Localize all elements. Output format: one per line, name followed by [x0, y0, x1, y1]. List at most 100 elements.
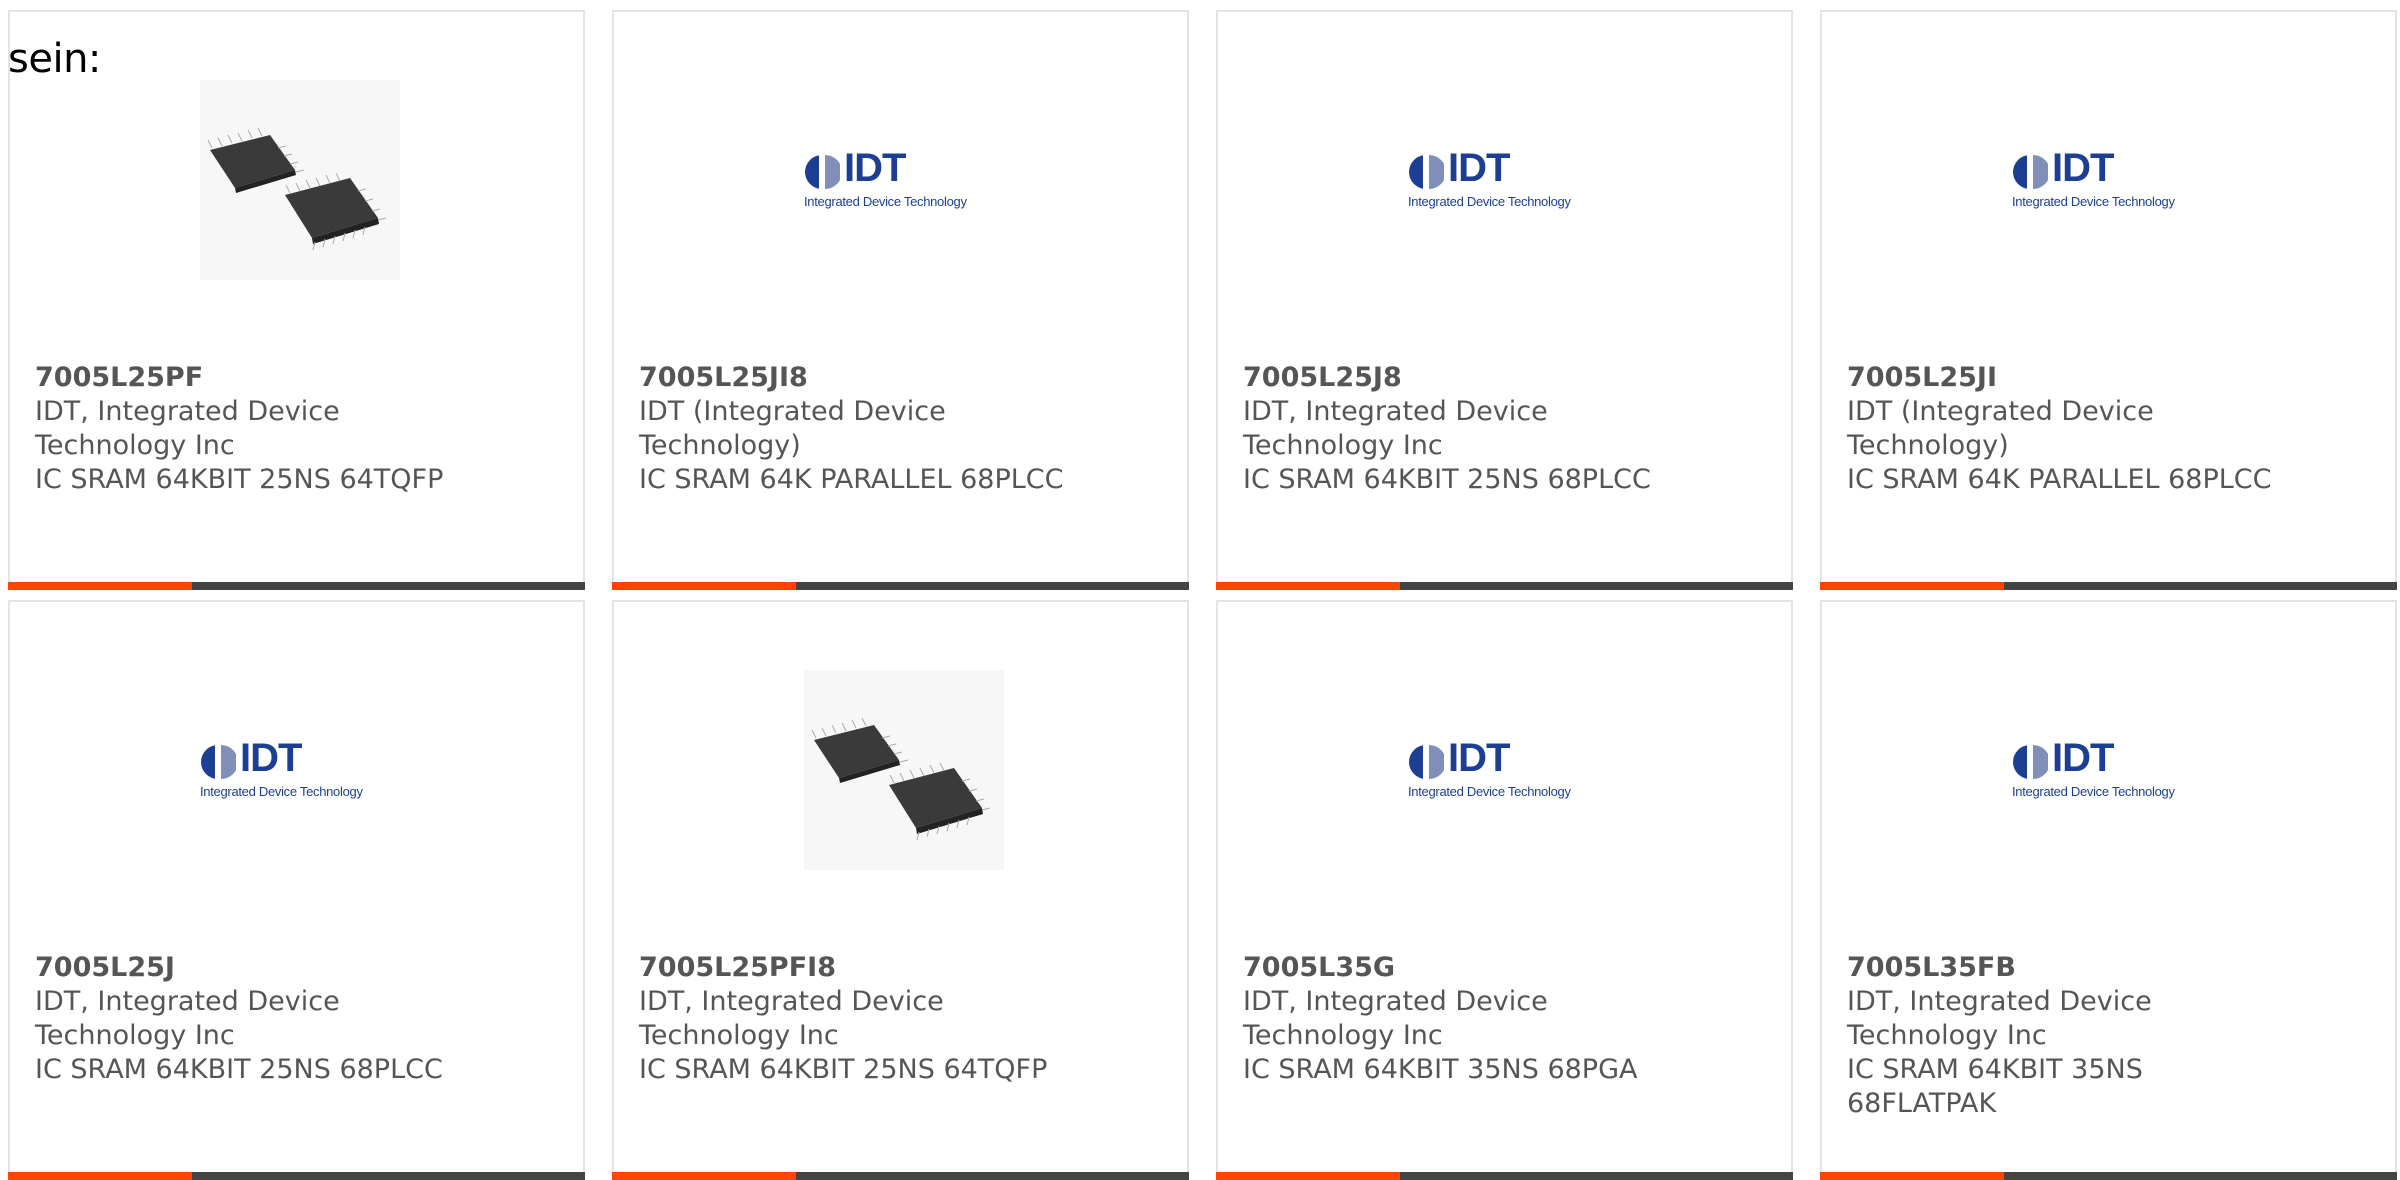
product-info: 7005L25J IDT, Integrated Device Technolo… — [35, 951, 563, 1087]
part-number[interactable]: 7005L25JI8 — [639, 361, 1167, 395]
card-bottom-bar — [1820, 582, 2397, 590]
product-image[interactable]: IDT Integrated Device Technology — [804, 80, 1004, 280]
accent-segment — [612, 582, 796, 590]
manufacturer-line-2: Technology Inc — [35, 430, 235, 461]
product-image[interactable]: IDT Integrated Device Technology — [2012, 670, 2212, 870]
accent-segment — [1216, 582, 1400, 590]
card-bottom-bar — [8, 582, 585, 590]
description: IC SRAM 64KBIT 35NS — [1847, 1054, 2143, 1085]
description: IC SRAM 64KBIT 25NS 68PLCC — [1243, 464, 1651, 495]
idt-logo: IDT Integrated Device Technology — [1408, 146, 1608, 210]
logo-tagline: Integrated Device Technology — [1408, 194, 1571, 209]
product-image[interactable] — [200, 80, 400, 280]
logo-tagline: Integrated Device Technology — [1408, 784, 1571, 799]
card-bottom-bar — [1216, 582, 1793, 590]
manufacturer: IDT, Integrated Device — [639, 986, 944, 1017]
idt-logo-icon — [1409, 154, 1444, 190]
logo-name: IDT — [1448, 146, 1510, 190]
logo-tagline: Integrated Device Technology — [2012, 784, 2175, 799]
chip-photo-icon — [200, 80, 400, 280]
manufacturer: IDT, Integrated Device — [1847, 986, 2152, 1017]
accent-segment — [1820, 582, 2004, 590]
manufacturer: IDT, Integrated Device — [1243, 396, 1548, 427]
idt-logo: IDT Integrated Device Technology — [2012, 146, 2212, 210]
logo-tagline: Integrated Device Technology — [2012, 194, 2175, 209]
product-image[interactable]: IDT Integrated Device Technology — [2012, 80, 2212, 280]
card-bottom-bar — [612, 1172, 1189, 1180]
product-image[interactable] — [804, 670, 1004, 870]
product-card[interactable]: IDT Integrated Device Technology 7005L35… — [1820, 600, 2397, 1180]
product-info: 7005L25PFI8 IDT, Integrated Device Techn… — [639, 951, 1167, 1087]
part-number[interactable]: 7005L25J — [35, 951, 563, 985]
description-line-2: 68FLATPAK — [1847, 1088, 1997, 1119]
part-number[interactable]: 7005L25JI — [1847, 361, 2375, 395]
manufacturer: IDT (Integrated Device — [1847, 396, 2154, 427]
manufacturer-line-2: Technology) — [639, 430, 801, 461]
accent-segment — [8, 1172, 192, 1180]
product-image[interactable]: IDT Integrated Device Technology — [200, 670, 400, 870]
product-card[interactable]: IDT Integrated Device Technology 7005L35… — [1216, 600, 1793, 1180]
card-bottom-bar — [8, 1172, 585, 1180]
accent-segment — [8, 582, 192, 590]
product-info: 7005L35G IDT, Integrated Device Technolo… — [1243, 951, 1771, 1087]
idt-logo: IDT Integrated Device Technology — [804, 146, 1004, 210]
manufacturer-line-2: Technology Inc — [35, 1020, 235, 1051]
logo-tagline: Integrated Device Technology — [804, 194, 967, 209]
idt-logo-icon — [1409, 744, 1444, 780]
product-card[interactable]: IDT Integrated Device Technology 7005L25… — [1216, 10, 1793, 590]
accent-segment — [1216, 1172, 1400, 1180]
idt-logo: IDT Integrated Device Technology — [2012, 736, 2212, 800]
part-number[interactable]: 7005L35FB — [1847, 951, 2375, 985]
product-card[interactable]: 7005L25PFI8 IDT, Integrated Device Techn… — [612, 600, 1189, 1180]
product-card[interactable]: IDT Integrated Device Technology 7005L25… — [1820, 10, 2397, 590]
logo-name: IDT — [240, 736, 302, 780]
product-card[interactable]: IDT Integrated Device Technology 7005L25… — [612, 10, 1189, 590]
manufacturer: IDT, Integrated Device — [35, 396, 340, 427]
part-number[interactable]: 7005L25J8 — [1243, 361, 1771, 395]
product-card[interactable]: IDT Integrated Device Technology 7005L25… — [8, 600, 585, 1180]
manufacturer-line-2: Technology Inc — [1243, 1020, 1443, 1051]
manufacturer-line-2: Technology Inc — [1243, 430, 1443, 461]
card-bottom-bar — [1820, 1172, 2397, 1180]
logo-name: IDT — [1448, 736, 1510, 780]
manufacturer-line-2: Technology Inc — [639, 1020, 839, 1051]
product-image[interactable]: IDT Integrated Device Technology — [1408, 80, 1608, 280]
idt-logo-icon — [201, 744, 236, 780]
description: IC SRAM 64KBIT 25NS 64TQFP — [35, 464, 444, 495]
description: IC SRAM 64KBIT 25NS 68PLCC — [35, 1054, 443, 1085]
idt-logo-icon — [2013, 154, 2048, 190]
part-number[interactable]: 7005L35G — [1243, 951, 1771, 985]
logo-name: IDT — [2052, 736, 2114, 780]
chip-photo-icon — [804, 670, 1004, 870]
product-info: 7005L25JI IDT (Integrated Device Technol… — [1847, 361, 2375, 497]
part-number[interactable]: 7005L25PF — [35, 361, 563, 395]
accent-segment — [612, 1172, 796, 1180]
product-info: 7005L25PF IDT, Integrated Device Technol… — [35, 361, 563, 497]
logo-tagline: Integrated Device Technology — [200, 784, 363, 799]
product-image[interactable]: IDT Integrated Device Technology — [1408, 670, 1608, 870]
description: IC SRAM 64KBIT 35NS 68PGA — [1243, 1054, 1638, 1085]
idt-logo-icon — [2013, 744, 2048, 780]
logo-name: IDT — [2052, 146, 2114, 190]
manufacturer-line-2: Technology) — [1847, 430, 2009, 461]
product-card[interactable]: 7005L25PF IDT, Integrated Device Technol… — [8, 10, 585, 590]
description: IC SRAM 64KBIT 25NS 64TQFP — [639, 1054, 1048, 1085]
intro-text: sein: — [8, 36, 101, 82]
idt-logo: IDT Integrated Device Technology — [200, 736, 400, 800]
idt-logo-icon — [805, 154, 840, 190]
part-number[interactable]: 7005L25PFI8 — [639, 951, 1167, 985]
manufacturer: IDT, Integrated Device — [35, 986, 340, 1017]
description: IC SRAM 64K PARALLEL 68PLCC — [639, 464, 1064, 495]
idt-logo: IDT Integrated Device Technology — [1408, 736, 1608, 800]
product-info: 7005L35FB IDT, Integrated Device Technol… — [1847, 951, 2375, 1121]
logo-name: IDT — [844, 146, 906, 190]
manufacturer-line-2: Technology Inc — [1847, 1020, 2047, 1051]
accent-segment — [1820, 1172, 2004, 1180]
product-info: 7005L25JI8 IDT (Integrated Device Techno… — [639, 361, 1167, 497]
manufacturer: IDT, Integrated Device — [1243, 986, 1548, 1017]
card-bottom-bar — [1216, 1172, 1793, 1180]
card-bottom-bar — [612, 582, 1189, 590]
manufacturer: IDT (Integrated Device — [639, 396, 946, 427]
description: IC SRAM 64K PARALLEL 68PLCC — [1847, 464, 2272, 495]
product-info: 7005L25J8 IDT, Integrated Device Technol… — [1243, 361, 1771, 497]
